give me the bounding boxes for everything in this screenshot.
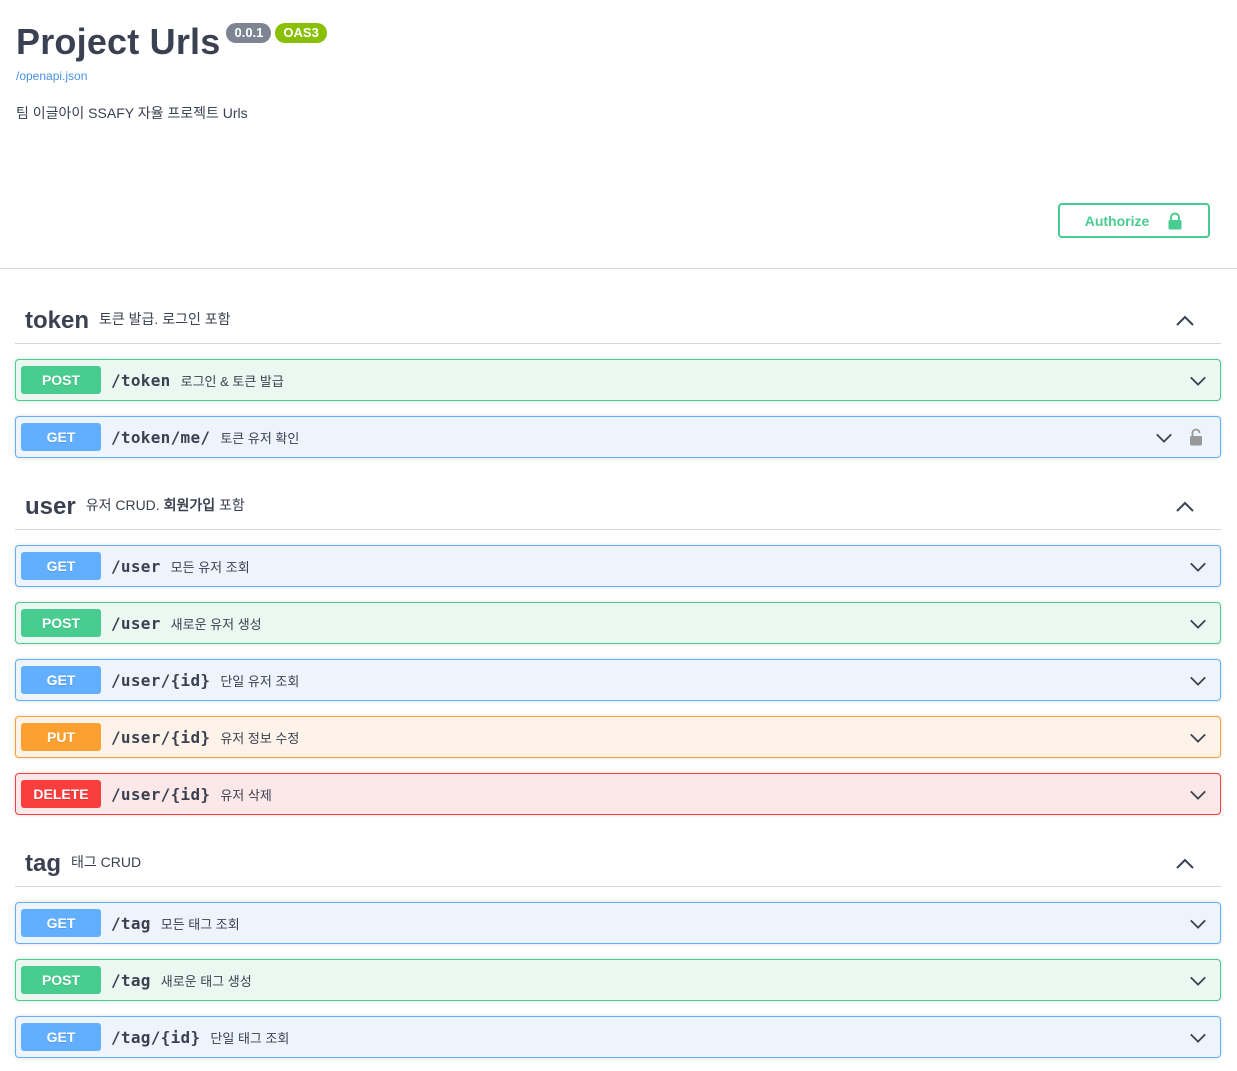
operation-summary: 단일 유저 조회: [220, 673, 300, 689]
method-badge: POST: [21, 609, 101, 637]
method-badge: POST: [21, 366, 101, 394]
operation-post-user[interactable]: POST /user 새로운 유저 생성: [15, 602, 1221, 644]
chevron-down-icon[interactable]: [1189, 972, 1207, 990]
operation-path: /user: [111, 556, 161, 576]
operation-get-user[interactable]: GET /user 모든 유저 조회: [15, 545, 1221, 587]
tag-name: user: [25, 492, 76, 520]
operation-path: /tag/{id}: [111, 1027, 201, 1047]
authorize-label: Authorize: [1084, 212, 1150, 229]
operation-summary: 토큰 유저 확인: [220, 430, 300, 446]
operation-path: /user/{id}: [111, 727, 211, 747]
tag-header-token[interactable]: token 토큰 발급. 로그인 포함: [15, 298, 1221, 344]
openapi-spec-link[interactable]: /openapi.json: [16, 69, 1221, 83]
page-title: Project Urls: [16, 21, 221, 62]
method-badge: GET: [21, 1023, 101, 1051]
tag-name: tag: [25, 849, 61, 877]
operation-summary: 유저 삭제: [220, 787, 272, 803]
oas-badge: OAS3: [275, 23, 327, 43]
operation-summary: 로그인 & 토큰 발급: [180, 373, 284, 389]
chevron-up-icon[interactable]: [1175, 311, 1195, 331]
operation-summary: 새로운 유저 생성: [170, 616, 262, 632]
operation-summary: 새로운 태그 생성: [160, 973, 252, 989]
operation-summary: 유저 정보 수정: [220, 730, 300, 746]
tag-description: 토큰 발급. 로그인 포함: [99, 310, 231, 327]
chevron-up-icon[interactable]: [1175, 497, 1195, 517]
operation-get-tag-id[interactable]: GET /tag/{id} 단일 태그 조회: [15, 1016, 1221, 1058]
tag-name: token: [25, 306, 90, 334]
tag-section-tag: tag 태그 CRUD GET /tag 모든 태그 조회 POST /tag …: [15, 841, 1221, 1058]
api-description: 팀 이글아이 SSAFY 자율 프로젝트 Urls: [16, 105, 248, 121]
method-badge: DELETE: [21, 780, 101, 808]
operation-delete-user-id[interactable]: DELETE /user/{id} 유저 삭제: [15, 773, 1221, 815]
chevron-down-icon[interactable]: [1189, 729, 1207, 747]
chevron-down-icon[interactable]: [1155, 429, 1173, 447]
chevron-down-icon[interactable]: [1189, 372, 1207, 390]
tag-description-suffix: 포함: [219, 496, 245, 513]
operation-post-tag[interactable]: POST /tag 새로운 태그 생성: [15, 959, 1221, 1001]
operation-summary: 단일 태그 조회: [210, 1030, 290, 1046]
unlocked-icon[interactable]: [1189, 428, 1203, 446]
chevron-down-icon[interactable]: [1189, 558, 1207, 576]
tag-description: 유저 CRUD. 회원가입 포함: [86, 495, 245, 515]
title-row: Project Urls 0.0.1 OAS3: [16, 18, 1221, 66]
chevron-down-icon[interactable]: [1189, 615, 1207, 633]
operation-path: /tag: [111, 913, 151, 933]
tag-section-user: user 유저 CRUD. 회원가입 포함 GET /user 모든 유저 조회…: [15, 484, 1221, 815]
chevron-down-icon[interactable]: [1189, 672, 1207, 690]
tag-header-tag[interactable]: tag 태그 CRUD: [15, 841, 1221, 887]
operation-path: /tag: [111, 970, 151, 990]
operation-get-user-id[interactable]: GET /user/{id} 단일 유저 조회: [15, 659, 1221, 701]
lock-icon: [1168, 212, 1182, 229]
header-divider: [0, 268, 1237, 269]
method-badge: GET: [21, 666, 101, 694]
operation-get-tag[interactable]: GET /tag 모든 태그 조회: [15, 902, 1221, 944]
tag-description: 태그 CRUD: [71, 853, 142, 870]
method-badge: GET: [21, 909, 101, 937]
chevron-down-icon[interactable]: [1189, 1029, 1207, 1047]
chevron-up-icon[interactable]: [1175, 854, 1195, 874]
chevron-down-icon[interactable]: [1189, 786, 1207, 804]
method-badge: POST: [21, 966, 101, 994]
operation-summary: 모든 유저 조회: [170, 559, 250, 575]
operation-summary: 모든 태그 조회: [160, 916, 240, 932]
tag-section-token: token 토큰 발급. 로그인 포함 POST /token 로그인 & 토큰…: [15, 298, 1221, 458]
operation-path: /user/{id}: [111, 670, 211, 690]
operation-path: /user/{id}: [111, 784, 211, 804]
operation-get-token-me[interactable]: GET /token/me/ 토큰 유저 확인: [15, 416, 1221, 458]
method-badge: PUT: [21, 723, 101, 751]
operation-path: /token/me/: [111, 427, 211, 447]
tag-header-user[interactable]: user 유저 CRUD. 회원가입 포함: [15, 484, 1221, 530]
method-badge: GET: [21, 423, 101, 451]
chevron-down-icon[interactable]: [1189, 915, 1207, 933]
version-badge: 0.0.1: [226, 23, 272, 43]
authorize-button[interactable]: Authorize: [1058, 203, 1210, 238]
operation-path: /user: [111, 613, 161, 633]
operation-path: /token: [111, 370, 171, 390]
api-info: Project Urls 0.0.1 OAS3 /openapi.json 팀 …: [16, 18, 1221, 123]
operation-post-token[interactable]: POST /token 로그인 & 토큰 발급: [15, 359, 1221, 401]
tag-description-bold: 회원가입: [163, 496, 216, 513]
tag-description-prefix: 유저 CRUD.: [85, 496, 160, 513]
method-badge: GET: [21, 552, 101, 580]
operation-put-user-id[interactable]: PUT /user/{id} 유저 정보 수정: [15, 716, 1221, 758]
